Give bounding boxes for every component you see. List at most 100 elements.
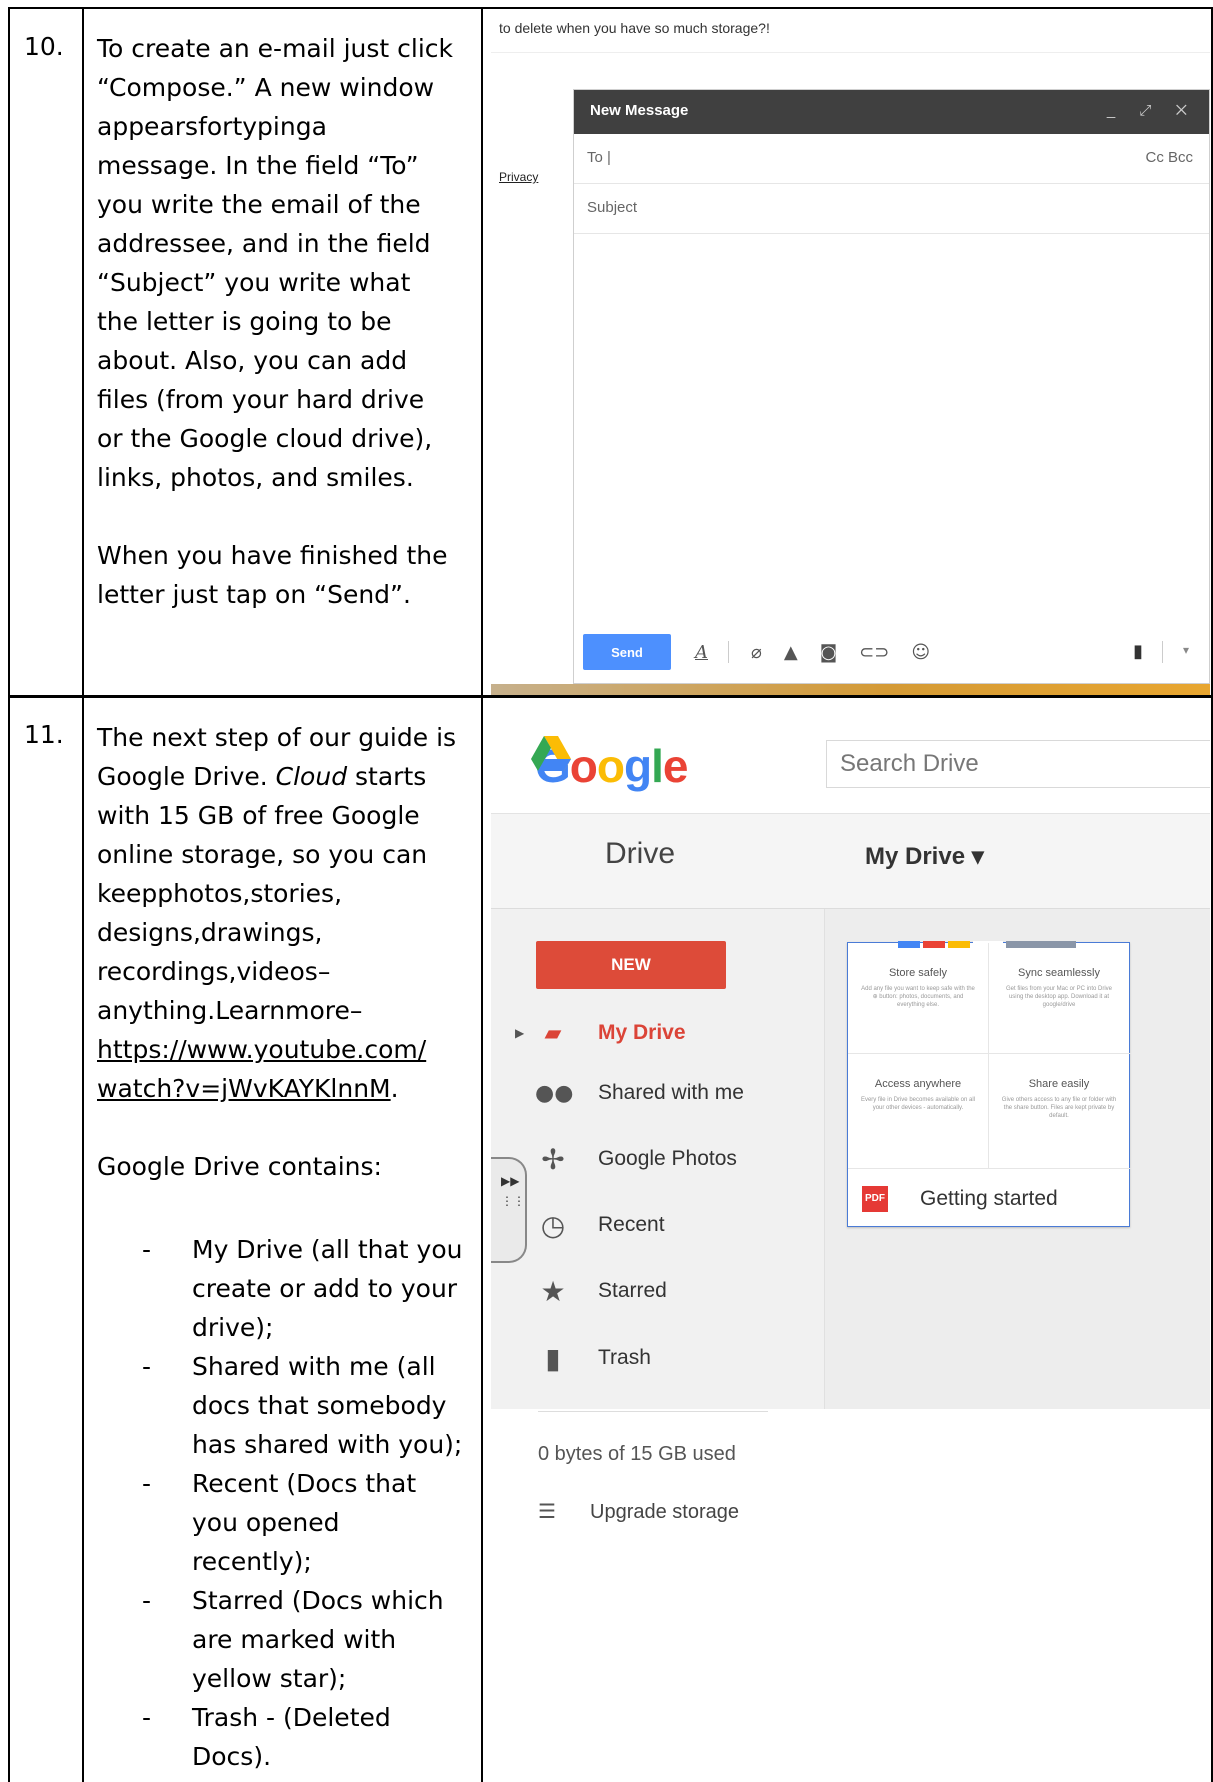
folder-icon: ▰	[544, 1020, 562, 1046]
drive-wordmark: Drive	[605, 837, 676, 870]
word: –	[349, 996, 363, 1025]
quadrant-desc: Add any file you want to keep safe with …	[861, 986, 975, 1008]
text-line: recordings,videos–	[97, 952, 467, 991]
text-line: To create an e-mail just click	[97, 34, 454, 63]
text-line: keepphotos,stories,	[97, 874, 467, 913]
word: more	[285, 996, 350, 1025]
word: designs,	[97, 918, 201, 947]
step-number: 11.	[24, 720, 64, 749]
word: –	[317, 957, 331, 986]
drive-topbar: Google Search Drive	[491, 703, 1210, 813]
sidebar-item-label: My Drive	[598, 1021, 686, 1044]
quadrant-title: Store safely	[888, 967, 948, 979]
sidebar-item-shared[interactable]: ●● Shared with me	[491, 1073, 825, 1113]
text-line: files (from your hard drive	[97, 385, 425, 414]
text-line: links, photos, and smiles.	[97, 463, 414, 492]
pinwheel-icon: ✢	[541, 1142, 565, 1176]
link-icon[interactable]: ⊂⊃	[859, 642, 889, 663]
sidebar-item-label: Recent	[598, 1213, 665, 1236]
sidebar-item-photos[interactable]: ✢ Google Photos	[491, 1139, 825, 1179]
emoji-icon[interactable]: ☺	[911, 642, 930, 663]
sidebar-divider	[538, 1411, 768, 1412]
upgrade-storage-link[interactable]: ☰ Upgrade storage	[538, 1499, 739, 1524]
text-line: about. Also, you can add	[97, 346, 408, 375]
card-quadrant: Share easily Give others access to any f…	[989, 1054, 1129, 1164]
photo-icon[interactable]: ◙	[820, 642, 837, 663]
search-input[interactable]: Search Drive	[826, 740, 1210, 788]
bullet-dash: -	[142, 1586, 152, 1615]
to-field[interactable]: To | Cc Bcc	[574, 134, 1209, 184]
text-line: Google Drive contains:	[97, 1152, 382, 1181]
subject-field[interactable]: Subject	[574, 184, 1209, 234]
card-quadrant: Sync seamlessly Get files from your Mac …	[989, 943, 1129, 1053]
list-item: - My Drive (all that you create or add to…	[112, 1230, 467, 1347]
bullet-dash: -	[142, 1235, 152, 1264]
storage-icon: ☰	[538, 1501, 556, 1523]
text-line: The next step of our guide is	[97, 723, 457, 752]
bullet-text: Starred (Docs which are marked with yell…	[192, 1586, 444, 1693]
sidebar-item-label: Starred	[598, 1279, 667, 1302]
trash-icon[interactable]: ▮	[1133, 641, 1143, 662]
star-icon: ★	[540, 1274, 566, 1308]
getting-started-file-card[interactable]: Store safely Add any file you want to ke…	[847, 941, 1131, 1227]
word: anything.	[97, 996, 216, 1025]
text-line: or the Google cloud drive),	[97, 424, 433, 453]
more-options-icon[interactable]: ▾	[1183, 643, 1189, 657]
text-span: starts	[347, 762, 427, 791]
quadrant-desc: Give others access to any file or folder…	[1001, 1097, 1117, 1119]
table-border-left	[8, 7, 10, 1782]
drive-contents-list: - My Drive (all that you create or add to…	[112, 1230, 467, 1776]
bullet-dash: -	[142, 1703, 152, 1732]
side-drawer-handle[interactable]: ▶▶ ⋮⋮	[491, 1157, 527, 1263]
text-line: Google Drive. Cloud starts	[97, 757, 467, 796]
bullet-dash: -	[142, 1469, 152, 1498]
step-number: 10.	[24, 32, 64, 61]
window-controls-icon[interactable]: _ ⤢ ✕	[1107, 102, 1197, 119]
format-icon[interactable]: A	[695, 642, 708, 663]
compose-window: New Message _ ⤢ ✕ To | Cc Bcc Subject Se…	[573, 89, 1210, 684]
card-quadrant: Access anywhere Every file in Drive beco…	[848, 1054, 988, 1164]
youtube-link[interactable]: watch?v=jWvKAYKlnnM	[97, 1074, 391, 1103]
sidebar-item-recent[interactable]: ◷ Recent	[491, 1205, 825, 1245]
logo-letter: g	[624, 740, 652, 792]
compose-title: New Message	[590, 102, 689, 119]
privacy-link[interactable]: Privacy	[499, 170, 538, 184]
quadrant-title: Sync seamlessly	[1018, 967, 1100, 979]
text-line: online storage, so you can	[97, 840, 428, 869]
quadrant-desc: Every file in Drive becomes available on…	[860, 1097, 976, 1111]
toolbar-divider	[728, 641, 729, 663]
bullet-text: Recent (Docs that you opened recently);	[192, 1469, 417, 1576]
card-quadrant: Store safely Add any file you want to ke…	[848, 943, 988, 1053]
list-item: - Shared with me (all docs that somebody …	[112, 1347, 467, 1464]
quadrant-title: Access anywhere	[874, 1078, 962, 1090]
file-name: Getting started	[920, 1186, 1058, 1210]
text-line: with 15 GB of free Google	[97, 801, 420, 830]
gmail-compose-screenshot: to delete when you have so much storage?…	[491, 14, 1210, 695]
text-line: appearsfortypinga	[97, 107, 467, 146]
cc-bcc-link[interactable]: Cc Bcc	[1145, 149, 1193, 166]
caret-right-icon: ▶	[515, 1026, 525, 1040]
text-line: watch?v=jWvKAYKlnnM.	[97, 1069, 467, 1108]
sidebar-item-label: Google Photos	[598, 1147, 737, 1170]
trash-icon: ▮	[545, 1341, 561, 1375]
word: keep	[97, 879, 158, 908]
sidebar-item-label: Shared with me	[598, 1081, 744, 1104]
logo-letter: o	[569, 740, 598, 792]
quadrant-title: Share easily	[1028, 1078, 1090, 1090]
my-drive-dropdown[interactable]: My Drive ▾	[865, 842, 984, 871]
attach-icon[interactable]: ⌀	[751, 642, 762, 663]
sidebar-item-starred[interactable]: ★ Starred	[491, 1271, 825, 1311]
word: stories,	[250, 879, 343, 908]
sidebar-item-my-drive[interactable]: ▶ ▰ My Drive	[491, 1013, 825, 1053]
bullet-text: Shared with me (all docs that somebody h…	[192, 1352, 463, 1459]
word: photos,	[157, 879, 251, 908]
compose-toolbar: Send A ⌀ ▲ ◙ ⊂⊃ ☺ ▮ ▾	[574, 621, 1209, 683]
text-span: .	[390, 1074, 399, 1103]
drive-icon[interactable]: ▲	[784, 642, 798, 663]
text-line: you write the email of the	[97, 190, 421, 219]
youtube-link[interactable]: https://www.youtube.com/	[97, 1030, 467, 1069]
text-line: “Subject” you write what	[97, 268, 411, 297]
send-button[interactable]: Send	[583, 634, 671, 670]
sidebar-item-trash[interactable]: ▮ Trash	[491, 1338, 825, 1378]
new-button[interactable]: NEW	[536, 941, 726, 989]
